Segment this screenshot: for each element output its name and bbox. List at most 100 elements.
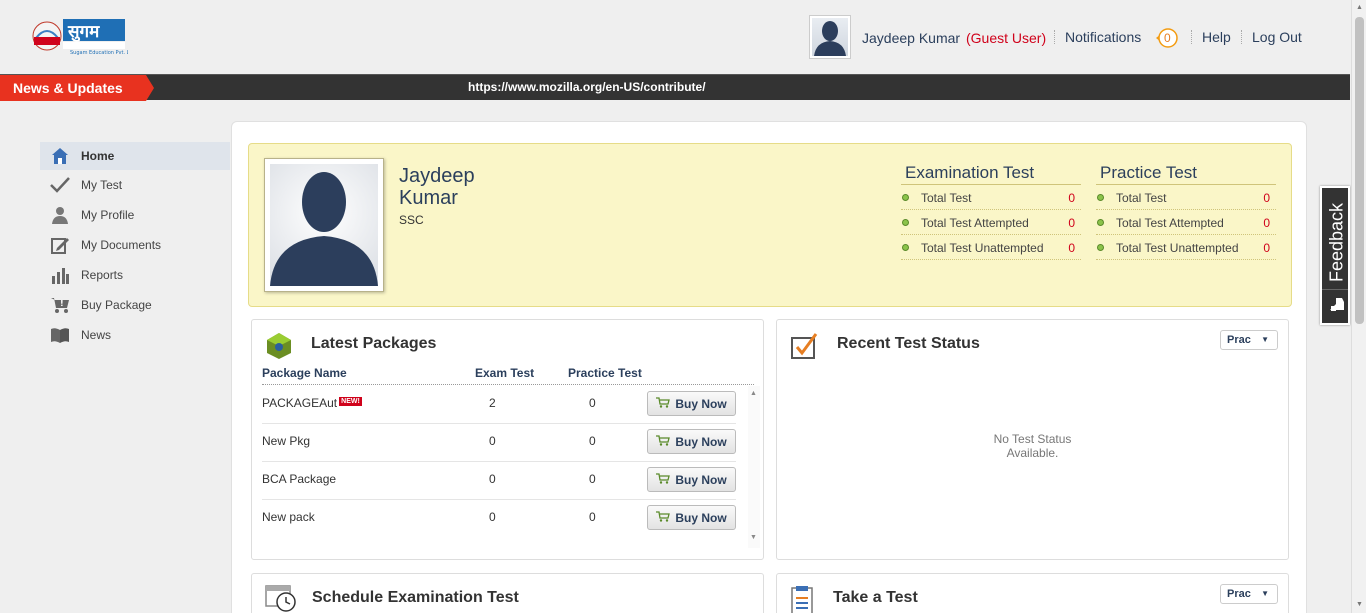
profile-course: SSC — [399, 213, 424, 227]
test-type-selected: Prac — [1227, 588, 1251, 600]
cart-icon — [656, 434, 671, 449]
sidebar-item-reports[interactable]: Reports — [40, 260, 230, 290]
practice-test-title: Practice Test — [1096, 163, 1276, 185]
stat-row: Total Test Unattempted 0 — [1096, 235, 1276, 260]
sidebar-item-buy-package[interactable]: ! Buy Package — [40, 290, 230, 320]
header-user-name[interactable]: Jaydeep Kumar — [862, 30, 960, 46]
col-package-name: Package Name — [262, 366, 347, 380]
check-icon — [50, 175, 70, 195]
package-cube-icon — [265, 332, 293, 363]
ticker-message[interactable]: https://www.mozilla.org/en-US/contribute… — [468, 80, 706, 94]
examination-test-stats: Examination Test Total Test 0 Total Test… — [901, 163, 1081, 260]
green-dot-icon — [1097, 194, 1104, 201]
profile-last-name: Kumar — [399, 187, 458, 209]
table-row: New Pkg 0 0 Buy Now — [262, 424, 736, 462]
top-header: सुगम Sugam Education Pvt. Ltd. Jaydeep K… — [0, 0, 1352, 74]
packages-scrollbar[interactable]: ▲ ▼ — [748, 386, 760, 548]
notifications-count-badge[interactable]: 0 — [1155, 27, 1179, 49]
exam-test-count: 0 — [489, 434, 496, 448]
package-name[interactable]: New pack — [262, 510, 315, 524]
scroll-up-arrow-icon[interactable]: ▲ — [1356, 4, 1363, 11]
stat-label: Total Test — [921, 191, 972, 205]
news-updates-label: News & Updates — [13, 80, 123, 96]
test-type-select[interactable]: Prac ▼ — [1220, 330, 1278, 350]
stat-label: Total Test Attempted — [921, 216, 1029, 230]
practice-test-count: 0 — [589, 396, 596, 410]
help-link[interactable]: Help — [1202, 29, 1231, 45]
svg-text:!: ! — [60, 299, 64, 308]
sidebar-item-my-test[interactable]: My Test — [40, 170, 230, 200]
scroll-down-arrow-icon[interactable]: ▼ — [1356, 601, 1363, 608]
package-name[interactable]: New Pkg — [262, 434, 310, 448]
buy-now-button[interactable]: Buy Now — [647, 505, 736, 530]
stat-value: 0 — [1263, 191, 1270, 205]
test-sheet-icon — [790, 586, 816, 613]
cart-icon — [656, 510, 671, 525]
cart-icon: ! — [50, 295, 70, 315]
feedback-divider — [1322, 289, 1348, 290]
book-icon — [50, 325, 70, 345]
latest-packages-title: Latest Packages — [311, 335, 437, 352]
table-row: PACKAGEAut NEW! 2 0 Buy Now — [262, 386, 736, 424]
buy-now-button[interactable]: Buy Now — [647, 467, 736, 492]
scroll-up-arrow-icon[interactable]: ▲ — [750, 390, 757, 397]
calendar-clock-icon — [265, 584, 297, 613]
package-name[interactable]: BCA Package — [262, 472, 336, 486]
buy-now-label: Buy Now — [675, 510, 727, 525]
green-dot-icon — [1097, 244, 1104, 251]
stat-row: Total Test Unattempted 0 — [901, 235, 1081, 260]
news-ticker: News & Updates https://www.mozilla.org/e… — [0, 74, 1350, 101]
header-divider — [262, 384, 754, 385]
stat-label: Total Test Unattempted — [1116, 241, 1239, 255]
buy-now-button[interactable]: Buy Now — [647, 391, 736, 416]
user-icon — [50, 205, 70, 225]
schedule-examination-title: Schedule Examination Test — [312, 589, 519, 606]
feedback-label: Feedback — [1326, 202, 1347, 283]
green-dot-icon — [902, 194, 909, 201]
sidebar-item-home[interactable]: Home — [40, 142, 230, 170]
profile-photo[interactable] — [264, 158, 384, 292]
stat-label: Total Test — [1116, 191, 1167, 205]
sidebar-item-news[interactable]: News — [40, 320, 230, 350]
page-scrollbar[interactable]: ▲ ▼ — [1351, 0, 1366, 613]
schedule-examination-widget: Schedule Examination Test — [251, 573, 764, 613]
sidebar-nav: Home My Test My Profile My Documents Rep… — [40, 142, 230, 350]
header-avatar[interactable] — [809, 15, 851, 59]
news-updates-tab[interactable]: News & Updates — [0, 75, 154, 101]
package-name[interactable]: PACKAGEAut — [262, 396, 337, 410]
stat-label: Total Test Unattempted — [921, 241, 1044, 255]
profile-summary-card: Jaydeep Kumar SSC Examination Test Total… — [248, 143, 1292, 307]
green-dot-icon — [902, 244, 909, 251]
cart-icon — [656, 472, 671, 487]
practice-test-stats: Practice Test Total Test 0 Total Test At… — [1096, 163, 1276, 260]
megaphone-icon — [1328, 296, 1348, 317]
new-badge: NEW! — [339, 397, 362, 406]
stat-row: Total Test Attempted 0 — [901, 210, 1081, 235]
package-name-cell: PACKAGEAut NEW! — [262, 396, 362, 410]
sidebar-item-my-documents[interactable]: My Documents — [40, 230, 230, 260]
green-dot-icon — [1097, 219, 1104, 226]
practice-test-count: 0 — [589, 472, 596, 486]
empty-line: Available. — [1006, 446, 1059, 460]
no-test-status-message: No Test Status Available. — [777, 432, 1288, 460]
stat-row: Total Test 0 — [901, 185, 1081, 210]
notifications-count: 0 — [1164, 31, 1171, 45]
notifications-link[interactable]: Notifications — [1065, 29, 1141, 45]
practice-test-count: 0 — [589, 434, 596, 448]
sidebar-item-label: My Documents — [81, 238, 162, 252]
sugam-logo[interactable]: सुगम Sugam Education Pvt. Ltd. — [30, 16, 137, 58]
scroll-down-arrow-icon[interactable]: ▼ — [750, 534, 757, 541]
checklist-icon — [790, 332, 818, 363]
stat-value: 0 — [1068, 191, 1075, 205]
test-type-select[interactable]: Prac ▼ — [1220, 584, 1278, 604]
sidebar-item-label: My Test — [81, 178, 123, 192]
recent-test-status-widget: Recent Test Status Prac ▼ No Test Status… — [776, 319, 1289, 560]
examination-test-title: Examination Test — [901, 163, 1081, 185]
buy-now-button[interactable]: Buy Now — [647, 429, 736, 454]
exam-test-count: 0 — [489, 472, 496, 486]
scrollbar-thumb[interactable] — [1355, 17, 1364, 324]
feedback-tab[interactable]: Feedback — [1320, 186, 1350, 325]
sidebar-item-my-profile[interactable]: My Profile — [40, 200, 230, 230]
logout-link[interactable]: Log Out — [1252, 29, 1302, 45]
profile-name: Jaydeep Kumar — [399, 165, 519, 209]
